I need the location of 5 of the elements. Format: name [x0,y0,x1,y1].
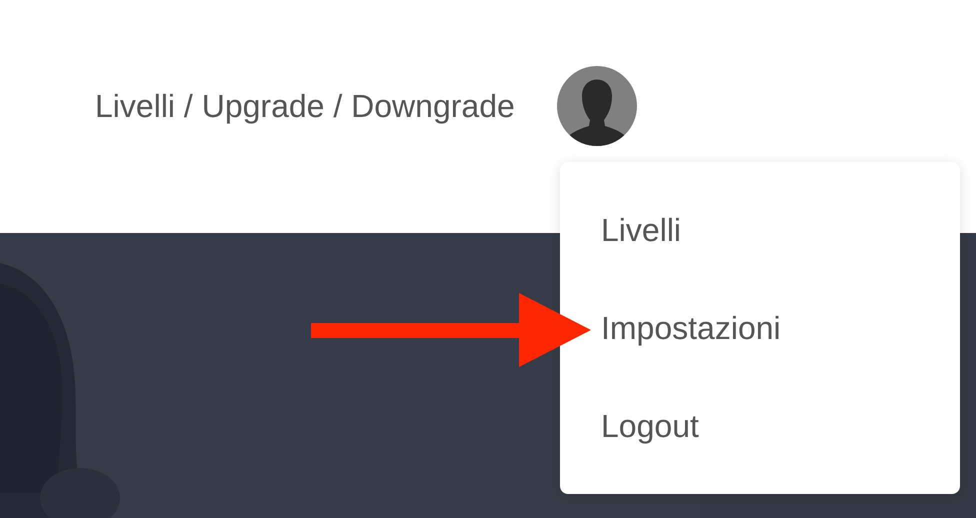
menu-item[interactable]: Livelli [601,206,682,254]
menu-item[interactable]: Logout [601,402,699,450]
menu-item[interactable]: Impostazioni [601,304,781,352]
breadcrumb: Livelli / Upgrade / Downgrade [95,87,515,126]
avatar-icon[interactable] [556,66,637,146]
